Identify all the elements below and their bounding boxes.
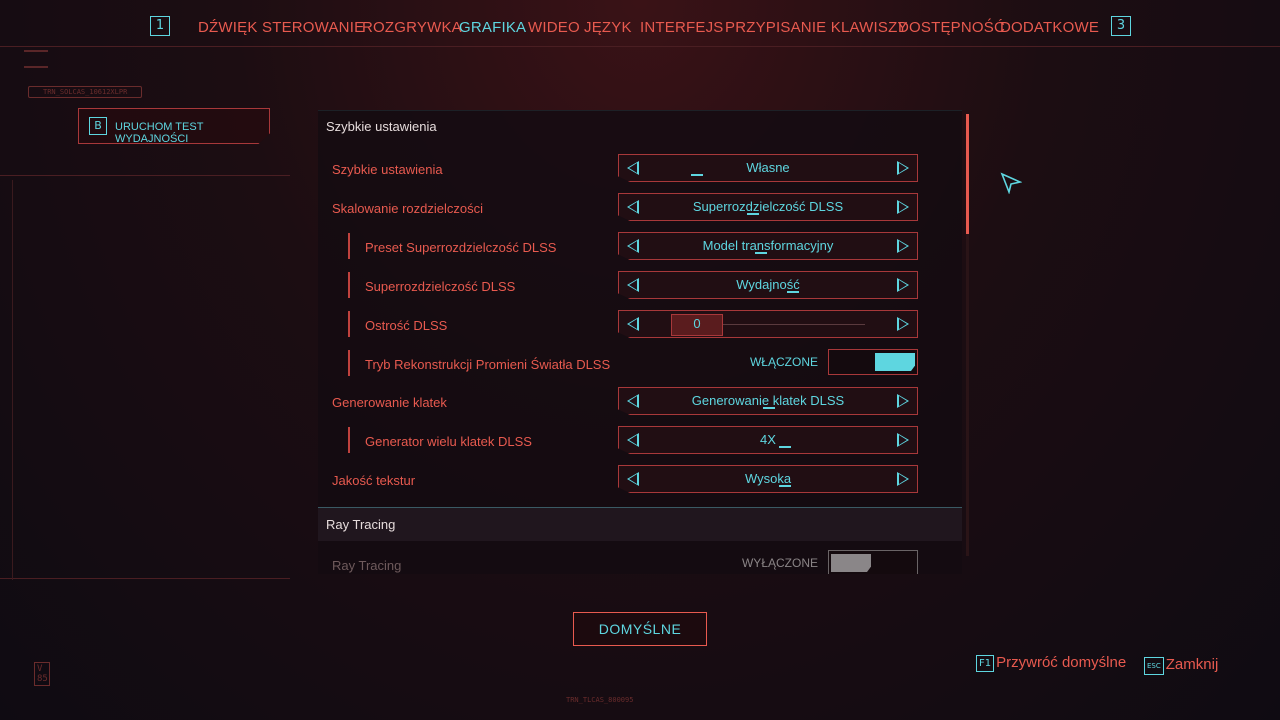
tab-key-bindings[interactable]: PRZYPISANIE KLAWISZY xyxy=(725,19,908,36)
sub-setting-marker xyxy=(348,272,350,298)
arrow-left-icon[interactable] xyxy=(627,394,639,408)
esc-key-icon: ESC xyxy=(1144,657,1164,675)
dlss-preset-selector[interactable]: Model transformacyjny xyxy=(618,232,918,260)
tab-interface[interactable]: INTERFEJS xyxy=(640,19,723,36)
arrow-left-icon[interactable] xyxy=(627,239,639,253)
arrow-left-icon[interactable] xyxy=(627,200,639,214)
texture-quality-value: Wysoka xyxy=(744,471,792,486)
hud-line xyxy=(0,578,290,579)
toggle-knob xyxy=(831,554,871,572)
run-benchmark-button[interactable]: B URUCHOM TEST WYDAJNOŚCI xyxy=(78,108,270,144)
ray-reconstruction-label: Tryb Rekonstrukcji Promieni Światła DLSS xyxy=(365,357,611,372)
next-tab-bumper[interactable]: 3 xyxy=(1111,16,1131,36)
benchmark-key-hint: B xyxy=(89,117,107,135)
mouse-cursor-icon xyxy=(1000,172,1022,194)
arrow-left-icon[interactable] xyxy=(627,278,639,292)
texture-quality-selector[interactable]: Wysoka xyxy=(618,465,918,493)
dlss-sharpness-label: Ostrość DLSS xyxy=(365,318,448,333)
ray-tracing-toggle[interactable] xyxy=(828,550,918,574)
dlss-sharpness-slider[interactable]: 0 xyxy=(618,310,918,338)
option-indicator xyxy=(787,291,799,293)
frame-generation-selector[interactable]: Generowanie klatek DLSS xyxy=(618,387,918,415)
settings-tab-bar: 1 DŹWIĘK STEROWANIE ROZGRYWKA GRAFIKA WI… xyxy=(0,14,1280,40)
hud-line xyxy=(0,175,290,176)
benchmark-label: URUCHOM TEST WYDAJNOŚCI xyxy=(115,121,204,145)
defaults-button[interactable]: DOMYŚLNE xyxy=(573,612,707,646)
sub-setting-marker xyxy=(348,311,350,337)
restore-defaults-hint[interactable]: F1 Przywróć domyślne xyxy=(976,654,1126,672)
arrow-right-icon[interactable] xyxy=(897,239,909,253)
dlss-quality-selector[interactable]: Wydajność xyxy=(618,271,918,299)
dlss-sharpness-value: 0 xyxy=(693,316,701,331)
prev-tab-bumper[interactable]: 1 xyxy=(150,16,170,36)
toggle-knob xyxy=(875,353,915,371)
dlss-quality-value: Wydajność xyxy=(736,277,800,292)
ray-reconstruction-toggle[interactable] xyxy=(828,349,918,375)
texture-quality-label: Jakość tekstur xyxy=(332,473,416,488)
resolution-scaling-value: Superrozdzielczość DLSS xyxy=(692,199,844,214)
arrow-right-icon[interactable] xyxy=(897,161,909,175)
close-label: Zamknij xyxy=(1165,656,1219,673)
hud-divider xyxy=(0,46,1280,47)
sub-setting-marker xyxy=(348,350,350,376)
frame-generation-label: Generowanie klatek xyxy=(332,395,447,410)
slider-track[interactable] xyxy=(723,324,865,325)
section-header-raytracing: Ray Tracing xyxy=(318,507,962,541)
tab-controls[interactable]: STEROWANIE xyxy=(262,19,364,36)
arrow-left-icon[interactable] xyxy=(627,472,639,486)
scrollbar-thumb[interactable] xyxy=(966,114,969,234)
multi-frame-label: Generator wielu klatek DLSS xyxy=(365,434,532,449)
ray-tracing-label: Ray Tracing xyxy=(332,558,402,573)
hud-logo-icon xyxy=(24,50,48,68)
arrow-right-icon[interactable] xyxy=(897,278,909,292)
tab-graphics[interactable]: GRAFIKA xyxy=(459,19,526,36)
tab-sound[interactable]: DŹWIĘK xyxy=(198,19,258,36)
option-indicator xyxy=(691,174,703,176)
option-indicator xyxy=(755,252,767,254)
sub-setting-marker xyxy=(348,427,350,453)
multi-frame-value: 4X xyxy=(760,432,776,447)
ray-tracing-state: WYŁĄCZONE xyxy=(741,556,818,570)
arrow-left-icon[interactable] xyxy=(627,433,639,447)
option-indicator xyxy=(779,446,791,448)
restore-defaults-label: Przywróć domyślne xyxy=(996,654,1127,671)
quick-preset-label: Szybkie ustawienia xyxy=(332,162,443,177)
f1-key-icon: F1 xyxy=(976,655,995,672)
ray-reconstruction-state: WŁĄCZONE xyxy=(749,355,818,369)
arrow-right-icon[interactable] xyxy=(897,317,909,331)
close-hint[interactable]: ESC Zamknij xyxy=(1144,656,1218,675)
arrow-right-icon[interactable] xyxy=(897,433,909,447)
section-header-quick: Szybkie ustawienia xyxy=(326,119,437,134)
arrow-right-icon[interactable] xyxy=(897,394,909,408)
arrow-left-icon[interactable] xyxy=(627,161,639,175)
tab-gameplay[interactable]: ROZGRYWKA xyxy=(362,19,462,36)
frame-generation-value: Generowanie klatek DLSS xyxy=(691,393,845,408)
tab-additional[interactable]: DODATKOWE xyxy=(1000,19,1099,36)
option-indicator xyxy=(779,485,791,487)
multi-frame-selector[interactable]: 4X xyxy=(618,426,918,454)
tab-language[interactable]: JĘZYK xyxy=(584,19,632,36)
sub-setting-marker xyxy=(348,233,350,259)
resolution-scaling-label: Skalowanie rozdzielczości xyxy=(332,201,484,216)
graphics-settings-panel: Szybkie ustawienia Szybkie ustawienia Wł… xyxy=(318,110,962,574)
arrow-left-icon[interactable] xyxy=(627,317,639,331)
option-indicator xyxy=(747,213,759,215)
dlss-preset-label: Preset Superrozdzielczość DLSS xyxy=(365,240,557,255)
tab-video[interactable]: WIDEO xyxy=(528,19,580,36)
quick-preset-selector[interactable]: Własne xyxy=(618,154,918,182)
dlss-preset-value: Model transformacyjny xyxy=(702,238,834,253)
option-indicator xyxy=(763,407,775,409)
resolution-scaling-selector[interactable]: Superrozdzielczość DLSS xyxy=(618,193,918,221)
tab-accessibility[interactable]: DOSTĘPNOŚĆ xyxy=(898,19,1005,36)
quick-preset-value: Własne xyxy=(746,160,790,175)
hud-line xyxy=(12,180,13,580)
arrow-right-icon[interactable] xyxy=(897,472,909,486)
hud-corner-badge: V 85 xyxy=(34,662,50,686)
dlss-quality-label: Superrozdzielczość DLSS xyxy=(365,279,516,294)
arrow-right-icon[interactable] xyxy=(897,200,909,214)
hud-tag-bottom: TRN_TLCAS_800095 xyxy=(566,696,634,704)
hud-tag-left: TRN_SOLCAS_10612XLPR xyxy=(28,86,143,98)
